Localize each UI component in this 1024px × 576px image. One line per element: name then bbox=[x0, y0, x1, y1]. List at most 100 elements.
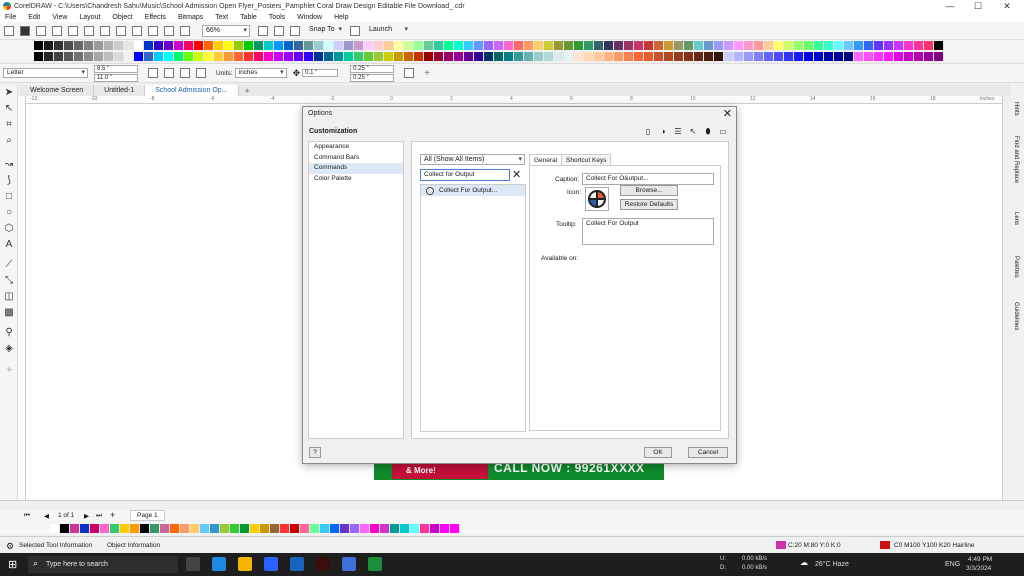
palette-swatch[interactable] bbox=[94, 51, 104, 61]
taskbar-search-input[interactable]: Type here to search bbox=[28, 556, 178, 573]
palette-swatch[interactable] bbox=[794, 40, 804, 50]
fill-options-icon[interactable]: ⬮ bbox=[703, 127, 713, 137]
page-frame-icon[interactable] bbox=[404, 68, 415, 78]
palette-swatch[interactable] bbox=[804, 40, 814, 50]
palette-swatch[interactable] bbox=[274, 51, 284, 61]
palette-swatch[interactable] bbox=[344, 40, 354, 50]
doc-palette-swatch[interactable] bbox=[320, 523, 330, 533]
palette-swatch[interactable] bbox=[444, 40, 454, 50]
palette-swatch[interactable] bbox=[154, 40, 164, 50]
palette-swatch[interactable] bbox=[624, 40, 634, 50]
rectangle-tool-icon[interactable]: □ bbox=[3, 191, 15, 203]
page-tab-1[interactable]: Page 1 bbox=[130, 510, 165, 521]
menu-edit[interactable]: Edit bbox=[28, 14, 40, 21]
palette-swatch[interactable] bbox=[84, 40, 94, 50]
palette-swatch[interactable] bbox=[134, 51, 144, 61]
palette-swatch[interactable] bbox=[204, 40, 214, 50]
doc-palette-swatch[interactable] bbox=[70, 523, 80, 533]
palette-swatch[interactable] bbox=[374, 40, 384, 50]
palette-swatch[interactable] bbox=[764, 51, 774, 61]
last-page-icon[interactable]: ⏭ bbox=[96, 512, 102, 520]
eyedropper-icon[interactable]: ⚲ bbox=[3, 327, 15, 339]
doc-palette-swatch[interactable] bbox=[90, 523, 100, 533]
palette-swatch[interactable] bbox=[34, 40, 44, 50]
palette-swatch[interactable] bbox=[514, 40, 524, 50]
tree-item-command-bars[interactable]: Command Bars bbox=[309, 153, 403, 164]
weather-text[interactable]: 26°C Haze bbox=[815, 561, 849, 568]
doc-palette-swatch[interactable] bbox=[230, 523, 240, 533]
palette-swatch[interactable] bbox=[364, 51, 374, 61]
doc-palette-swatch[interactable] bbox=[80, 523, 90, 533]
palette-swatch[interactable] bbox=[394, 51, 404, 61]
duplicate-x-field[interactable]: 0.25 " bbox=[350, 64, 395, 73]
horizontal-scrollbar[interactable] bbox=[0, 500, 1024, 510]
palette-swatch[interactable] bbox=[584, 51, 594, 61]
palette-swatch[interactable] bbox=[874, 51, 884, 61]
doc-palette-swatch[interactable] bbox=[270, 523, 280, 533]
doc-palette-swatch[interactable] bbox=[210, 523, 220, 533]
next-page-icon[interactable]: ▶ bbox=[84, 512, 89, 520]
palette-swatch[interactable] bbox=[434, 51, 444, 61]
shape-tool-icon[interactable]: ↖ bbox=[3, 103, 15, 115]
palette-swatch[interactable] bbox=[524, 51, 534, 61]
palette-swatch[interactable] bbox=[354, 40, 364, 50]
palette-swatch[interactable] bbox=[674, 40, 684, 50]
nudge-distance-field[interactable]: 0.1 " bbox=[302, 69, 339, 77]
add-tool-icon[interactable]: + bbox=[3, 365, 15, 377]
docker-tab-hints[interactable]: Hints bbox=[1013, 102, 1019, 116]
palette-swatch[interactable] bbox=[784, 40, 794, 50]
palette-swatch[interactable] bbox=[304, 51, 314, 61]
palette-swatch[interactable] bbox=[354, 51, 364, 61]
doc-palette-swatch[interactable] bbox=[280, 523, 290, 533]
palette-swatch[interactable] bbox=[684, 40, 694, 50]
palette-swatch[interactable] bbox=[494, 51, 504, 61]
palette-swatch[interactable] bbox=[914, 40, 924, 50]
doc-palette-swatch[interactable] bbox=[390, 523, 400, 533]
palette-swatch[interactable] bbox=[334, 40, 344, 50]
palette-swatch[interactable] bbox=[734, 40, 744, 50]
copy-icon[interactable] bbox=[84, 25, 94, 36]
doc-palette-swatch[interactable] bbox=[410, 523, 420, 533]
menu-effects[interactable]: Effects bbox=[145, 14, 166, 21]
palette-swatch[interactable] bbox=[824, 40, 834, 50]
settings-gear-icon[interactable] bbox=[350, 25, 360, 36]
doc-palette-swatch[interactable] bbox=[310, 523, 320, 533]
zoom-combo[interactable]: 66% bbox=[202, 24, 250, 37]
palette-swatch[interactable] bbox=[554, 40, 564, 50]
palette-swatch[interactable] bbox=[934, 51, 944, 61]
caption-input[interactable]: Collect For O&utput... bbox=[582, 173, 714, 185]
palette-swatch[interactable] bbox=[574, 40, 584, 50]
palette-swatch[interactable] bbox=[624, 51, 634, 61]
help-button[interactable]: ? bbox=[309, 447, 321, 458]
horizontal-ruler[interactable]: -12 -10 -8 -6 -4 -2 0 2 4 6 8 10 12 14 16 18 inches bbox=[20, 96, 1002, 104]
docker-tab-palettes[interactable]: Palettes bbox=[1013, 256, 1019, 278]
task-view-icon[interactable] bbox=[186, 557, 200, 571]
menu-bitmaps[interactable]: Bitmaps bbox=[178, 14, 203, 21]
palette-swatch[interactable] bbox=[104, 40, 114, 50]
palette-swatch[interactable] bbox=[914, 51, 924, 61]
palette-swatch[interactable] bbox=[644, 51, 654, 61]
palette-swatch[interactable] bbox=[584, 40, 594, 50]
export-icon[interactable] bbox=[164, 25, 174, 36]
portrait-icon[interactable] bbox=[148, 68, 158, 78]
palette-swatch[interactable] bbox=[714, 51, 724, 61]
palette-swatch[interactable] bbox=[404, 51, 414, 61]
palette-swatch[interactable] bbox=[434, 40, 444, 50]
palette-swatch[interactable] bbox=[504, 40, 514, 50]
maximize-button[interactable]: ☐ bbox=[963, 0, 993, 12]
palette-swatch[interactable] bbox=[324, 40, 334, 50]
new-document-icon[interactable] bbox=[4, 25, 14, 36]
windows-start-icon[interactable]: ⊞ bbox=[8, 558, 17, 571]
palette-swatch[interactable] bbox=[634, 40, 644, 50]
export-pdf-icon[interactable] bbox=[180, 25, 190, 36]
customization-icon[interactable]: ☰ bbox=[673, 127, 683, 137]
import-icon[interactable] bbox=[148, 25, 158, 36]
command-filter-dropdown[interactable]: All (Show All Items) bbox=[420, 154, 525, 165]
crop-tool-icon[interactable]: ⌗ bbox=[3, 119, 15, 131]
palette-swatch[interactable] bbox=[284, 40, 294, 50]
palette-swatch[interactable] bbox=[214, 40, 224, 50]
doc-palette-swatch[interactable] bbox=[330, 523, 340, 533]
redo-icon[interactable] bbox=[132, 25, 142, 36]
tools-options-icon[interactable]: ↖ bbox=[688, 127, 698, 137]
menu-tools[interactable]: Tools bbox=[269, 14, 285, 21]
